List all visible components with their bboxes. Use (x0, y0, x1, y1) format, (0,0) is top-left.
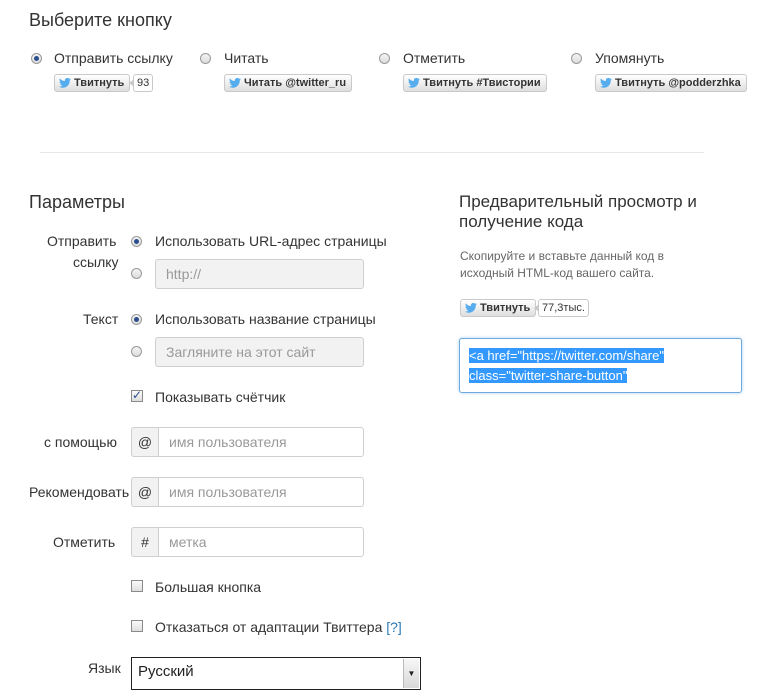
language-label: Язык (88, 660, 121, 676)
mention-button-label: Твитнуть @podderzhka (615, 77, 741, 89)
opt-out-text: Отказаться от адаптации Твиттера (155, 619, 383, 635)
preview-mention-button[interactable]: Твитнуть @podderzhka (595, 74, 747, 92)
language-select[interactable]: Русский ▼ (131, 657, 421, 690)
hashtag-input[interactable]: метка (158, 527, 364, 557)
radio-hashtag[interactable] (379, 53, 390, 64)
choose-button-title: Выберите кнопку (29, 10, 172, 30)
hashtag-label: Отметить (53, 534, 116, 550)
send-link-label-2: ссылку (73, 254, 119, 270)
send-link-label-1: Отправить (47, 233, 117, 249)
radio-use-page-url[interactable] (131, 236, 142, 247)
option-follow-label[interactable]: Читать (224, 50, 269, 66)
opt-out-checkbox[interactable] (131, 620, 143, 632)
follow-button-label: Читать @twitter_ru (244, 77, 347, 89)
preview-desc-line1: Скопируйте и вставьте данный код в (460, 249, 665, 263)
radio-share-link[interactable] (31, 53, 42, 64)
code-line-2: class="twitter-share-button" (469, 368, 628, 383)
at-prefix: @ (131, 427, 159, 457)
preview-description: Скопируйте и вставьте данный код в исход… (460, 248, 664, 282)
use-page-url-label[interactable]: Использовать URL-адрес страницы (155, 233, 387, 249)
show-counter-label[interactable]: Показывать счётчик (155, 389, 285, 405)
language-selected-value: Русский (138, 663, 194, 680)
preview-title-line2: получение кода (459, 212, 584, 231)
at-prefix: @ (131, 477, 159, 507)
text-label: Текст (83, 311, 119, 327)
preview-count-badge: 77,3тыс. (534, 299, 589, 317)
section-divider (40, 152, 704, 153)
opt-out-help-link[interactable]: [?] (386, 619, 402, 635)
use-page-title-label[interactable]: Использовать название страницы (155, 311, 376, 327)
preview-desc-line2: исходный HTML-код вашего сайта. (460, 266, 655, 280)
twitter-bird-icon (229, 78, 241, 88)
preview-follow-button[interactable]: Читать @twitter_ru (224, 74, 353, 92)
dropdown-arrow-icon[interactable]: ▼ (403, 659, 419, 688)
radio-mention[interactable] (571, 53, 582, 64)
tweet-count-badge: 93 (128, 74, 154, 92)
twitter-bird-icon (59, 78, 71, 88)
option-share-link-label[interactable]: Отправить ссылку (54, 50, 173, 66)
show-counter-checkbox[interactable] (131, 388, 143, 402)
radio-custom-url[interactable] (131, 268, 142, 279)
option-hashtag-label[interactable]: Отметить (403, 50, 465, 66)
hash-prefix: # (131, 527, 159, 557)
opt-out-label[interactable]: Отказаться от адаптации Твиттера [?] (155, 619, 402, 635)
recommend-username-input[interactable]: имя пользователя (158, 477, 364, 507)
option-mention-label[interactable]: Упомянуть (595, 50, 664, 66)
twitter-bird-icon (600, 78, 612, 88)
code-line-1: <a href="https://twitter.com/share" (469, 348, 664, 363)
url-input[interactable]: http:// (155, 259, 364, 289)
large-button-checkbox[interactable] (131, 580, 143, 592)
via-label: с помощью (44, 434, 117, 450)
params-title: Параметры (29, 192, 125, 212)
preview-generated-tweet-button[interactable]: Твитнуть (460, 299, 537, 317)
radio-follow[interactable] (200, 53, 211, 64)
twitter-bird-icon (465, 303, 477, 313)
preview-title-line1: Предварительный просмотр и (459, 192, 697, 211)
preview-title: Предварительный просмотр и получение код… (459, 192, 697, 232)
radio-use-page-title[interactable] (131, 314, 142, 325)
embed-code-textarea[interactable]: <a href="https://twitter.com/share" clas… (459, 338, 742, 393)
via-username-input[interactable]: имя пользователя (158, 427, 364, 457)
text-input[interactable]: Загляните на этот сайт (155, 337, 364, 367)
tweet-button-label: Твитнуть (74, 77, 125, 89)
large-button-label[interactable]: Большая кнопка (155, 579, 261, 595)
recommend-label: Рекомендовать (29, 484, 130, 500)
hashtag-button-label: Твитнуть #Твистории (423, 77, 541, 89)
radio-custom-text[interactable] (131, 346, 142, 357)
preview-tweet-button[interactable]: Твитнуть (54, 74, 131, 92)
preview-button-label: Твитнуть (480, 302, 531, 314)
preview-hashtag-button[interactable]: Твитнуть #Твистории (403, 74, 547, 92)
twitter-bird-icon (408, 78, 420, 88)
